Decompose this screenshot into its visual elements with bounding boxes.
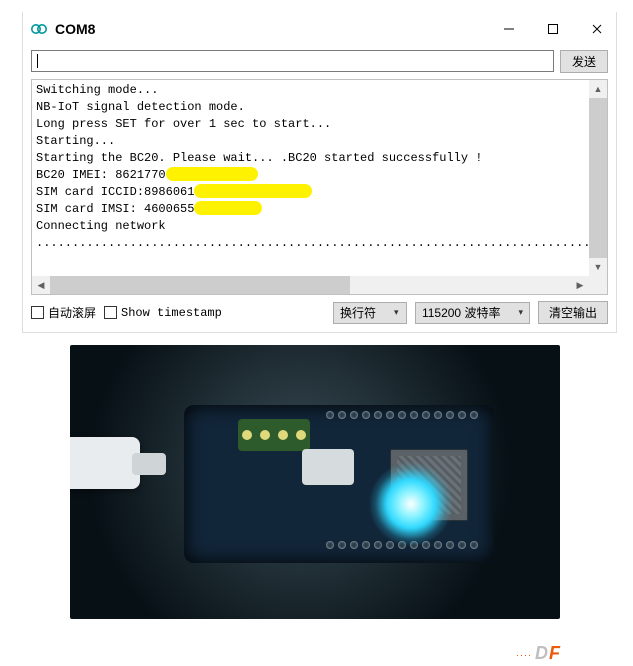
console-line-dots: ........................................…: [36, 236, 589, 250]
usb-plug: [70, 437, 140, 489]
console-area: Switching mode... NB-IoT signal detectio…: [31, 79, 608, 295]
clear-output-button[interactable]: 清空输出: [538, 301, 608, 324]
watermark-letter-d: D: [535, 643, 549, 663]
send-button[interactable]: 发送: [560, 50, 608, 73]
vertical-scrollbar[interactable]: ▲ ▼: [589, 80, 607, 276]
baud-rate-value: 115200 波特率: [422, 304, 501, 321]
console-line: Connecting network: [36, 219, 166, 233]
close-button[interactable]: [588, 20, 606, 38]
watermark-letter-f: F: [549, 643, 561, 663]
watermark: DF: [535, 643, 595, 664]
board-photo: [70, 345, 560, 619]
redaction-mark: [194, 184, 312, 198]
window-title: COM8: [55, 21, 500, 37]
screw-terminal: [238, 419, 310, 451]
line-ending-value: 换行符: [340, 304, 376, 321]
line-ending-select[interactable]: 换行符 ▾: [333, 302, 407, 324]
scroll-up-icon[interactable]: ▲: [589, 80, 607, 98]
horizontal-scrollbar[interactable]: ◀ ▶: [32, 276, 589, 294]
arduino-icon: [31, 21, 47, 37]
usb-tip: [132, 453, 166, 475]
serial-input[interactable]: [31, 50, 554, 72]
scroll-left-icon[interactable]: ◀: [32, 276, 50, 294]
console-line: Switching mode...: [36, 83, 158, 97]
console-output[interactable]: Switching mode... NB-IoT signal detectio…: [32, 80, 589, 276]
baud-rate-select[interactable]: 115200 波特率 ▾: [415, 302, 530, 324]
titlebar: COM8: [23, 12, 616, 46]
hscroll-track[interactable]: [50, 276, 571, 294]
autoscroll-label: 自动滚屏: [48, 304, 96, 321]
console-line: Starting...: [36, 134, 115, 148]
chevron-down-icon: ▾: [394, 307, 399, 318]
checkbox-icon: [104, 306, 117, 319]
status-bar: 自动滚屏 Show timestamp 换行符 ▾ 115200 波特率 ▾ 清…: [23, 295, 616, 332]
header-pins-top: [326, 411, 478, 427]
chevron-down-icon: ▾: [518, 307, 523, 318]
window-controls: [500, 20, 606, 38]
text-caret: [37, 54, 38, 68]
autoscroll-checkbox[interactable]: 自动滚屏: [31, 304, 96, 321]
console-line: Starting the BC20. Please wait... .BC20 …: [36, 151, 482, 165]
dev-board: [184, 405, 494, 563]
maximize-button[interactable]: [544, 20, 562, 38]
onboard-usb-socket: [302, 449, 354, 485]
redaction-mark: [166, 167, 258, 181]
vscroll-thumb[interactable]: [589, 98, 607, 258]
console-line: NB-IoT signal detection mode.: [36, 100, 245, 114]
console-line-imei: BC20 IMEI: 8621770: [36, 168, 166, 182]
scroll-down-icon[interactable]: ▼: [589, 258, 607, 276]
console-line: Long press SET for over 1 sec to start..…: [36, 117, 331, 131]
scroll-corner: [589, 276, 607, 294]
hscroll-thumb[interactable]: [50, 276, 350, 294]
console-line-iccid: SIM card ICCID:8986061: [36, 185, 194, 199]
timestamp-checkbox[interactable]: Show timestamp: [104, 306, 222, 320]
watermark-dots-icon: [517, 655, 518, 656]
scroll-right-icon[interactable]: ▶: [571, 276, 589, 294]
redaction-mark: [194, 201, 262, 215]
status-led-glow: [370, 463, 452, 545]
serial-monitor-window: COM8 发送: [22, 12, 617, 333]
timestamp-label: Show timestamp: [121, 306, 222, 320]
send-row: 发送: [23, 46, 616, 79]
checkbox-icon: [31, 306, 44, 319]
minimize-button[interactable]: [500, 20, 518, 38]
console-line-imsi: SIM card IMSI: 4600655: [36, 202, 194, 216]
